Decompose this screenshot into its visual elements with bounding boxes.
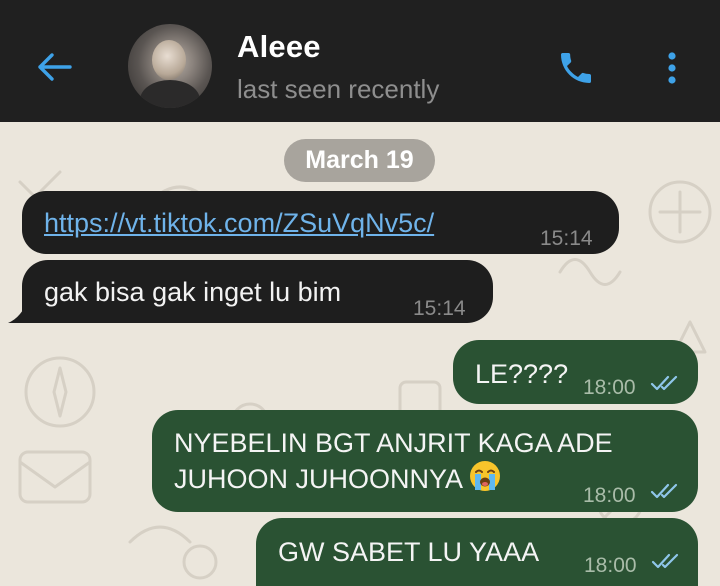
contact-name[interactable]: Aleee <box>237 29 321 65</box>
double-check-read-icon <box>651 553 679 569</box>
chat-header: Aleee last seen recently <box>0 0 720 122</box>
contact-status: last seen recently <box>237 74 440 104</box>
message-time: 18:00 <box>584 554 637 577</box>
back-button[interactable] <box>28 45 80 89</box>
message-text: GW SABET LU YAAA <box>278 537 540 567</box>
message-bubble-incoming[interactable]: https://vt.tiktok.com/ZSuVqNv5c/ 15:14 <box>22 191 619 254</box>
double-check-read-icon <box>650 483 678 499</box>
message-bubble-outgoing[interactable]: LE???? 18:00 <box>453 340 698 404</box>
message-bubble-incoming[interactable]: gak bisa gak inget lu bim 15:14 <box>22 260 493 323</box>
more-options-button[interactable] <box>652 44 692 92</box>
arrow-left-icon <box>38 53 72 81</box>
message-link[interactable]: https://vt.tiktok.com/ZSuVqNv5c/ <box>44 206 434 240</box>
message-text: LE???? <box>475 359 569 389</box>
message-bubble-outgoing[interactable]: NYEBELIN BGT ANJRIT KAGA ADE JUHOON JUHO… <box>152 410 698 512</box>
double-check-read-icon <box>650 375 678 391</box>
message-time: 15:14 <box>413 297 466 320</box>
date-separator: March 19 <box>284 139 435 182</box>
message-time: 18:00 <box>583 376 636 399</box>
phone-icon <box>561 53 591 83</box>
contact-avatar[interactable] <box>128 24 212 108</box>
message-time: 15:14 <box>540 227 593 250</box>
message-text: NYEBELIN BGT ANJRIT KAGA ADE JUHOON JUHO… <box>174 428 613 494</box>
message-time: 18:00 <box>583 484 636 507</box>
message-text: gak bisa gak inget lu bim <box>44 277 342 307</box>
more-vertical-icon <box>668 52 676 84</box>
loudly-crying-face-icon <box>470 461 501 491</box>
message-bubble-outgoing[interactable]: GW SABET LU YAAA 18:00 <box>256 518 698 586</box>
call-button[interactable] <box>552 44 600 92</box>
